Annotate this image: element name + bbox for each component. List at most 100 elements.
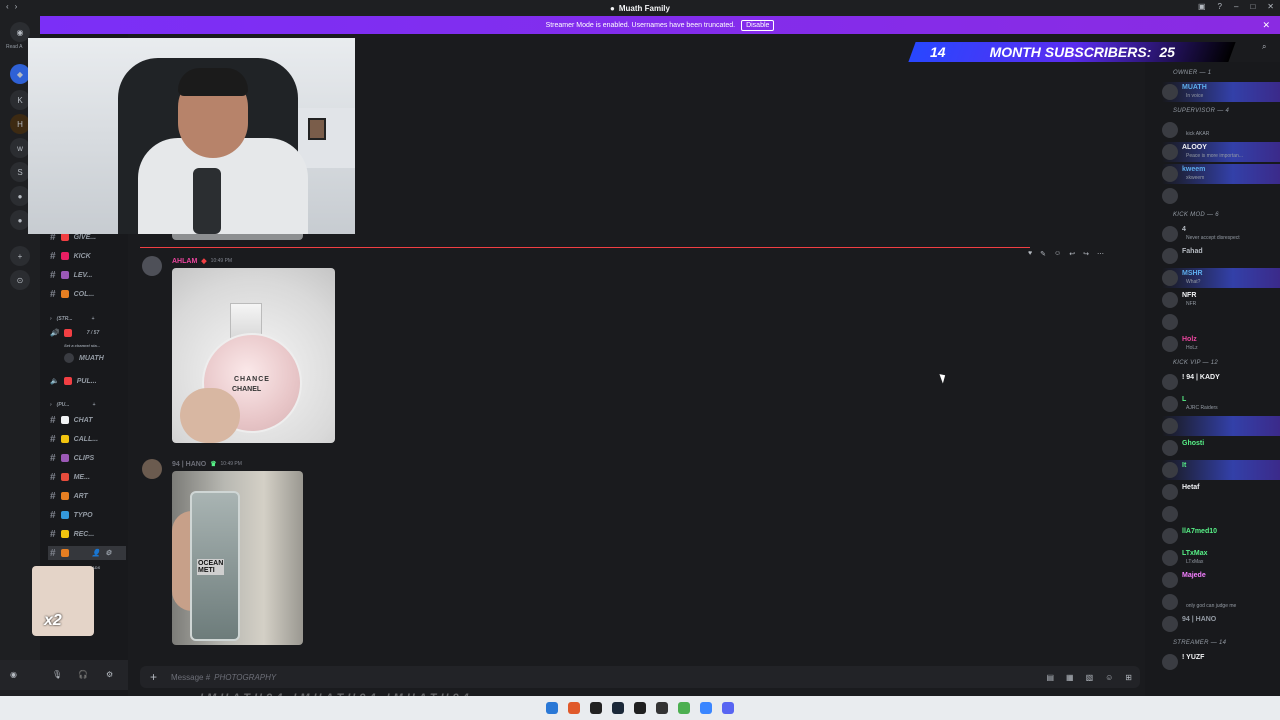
settings-icon[interactable]: ⚙ (105, 549, 111, 557)
maximize-icon[interactable]: □ (1250, 2, 1255, 11)
member-item[interactable]: kick AKAR (1162, 120, 1280, 140)
channel-status[interactable]: Set a channel sta... (64, 338, 100, 352)
gif-icon[interactable]: ▦ (1066, 673, 1074, 682)
invite-icon[interactable]: 👤 (92, 549, 101, 557)
windows-start-icon[interactable] (546, 702, 558, 714)
member-item[interactable]: LTxMax LTxMax (1162, 548, 1280, 568)
server-icon-4[interactable]: w (10, 138, 30, 158)
help-icon[interactable]: ? (1218, 2, 1222, 11)
add-server-icon[interactable]: + (10, 246, 30, 266)
member-item[interactable]: ! 94 | KADY (1162, 372, 1280, 392)
server-icon-7[interactable]: ● (10, 210, 30, 230)
member-item[interactable]: Majede (1162, 570, 1280, 590)
reply-icon[interactable]: ↩ (1069, 250, 1075, 258)
steam-icon[interactable] (612, 702, 624, 714)
add-channel-icon[interactable]: + (92, 316, 95, 322)
react-icon[interactable]: ♥ (1028, 250, 1032, 258)
member-item[interactable]: ! YUZF (1162, 652, 1280, 672)
channel-item[interactable]: # REC... (50, 527, 94, 541)
mic-icon[interactable]: 🎙 (52, 670, 62, 679)
read-all-label[interactable]: Read A (6, 44, 22, 50)
emoji-icon[interactable]: ☺ (1105, 673, 1113, 682)
gift-icon[interactable]: ▤ (1046, 673, 1054, 682)
add-channel-icon[interactable]: + (92, 402, 95, 408)
settings-icon[interactable]: ⚙ (106, 670, 113, 679)
member-item[interactable] (1162, 416, 1280, 436)
member-item[interactable]: MSHR What? (1162, 268, 1280, 288)
app-icon[interactable] (700, 702, 712, 714)
channel-item[interactable]: # COL... (50, 287, 94, 301)
server-icon-6[interactable]: ● (10, 186, 30, 206)
brave-icon[interactable] (568, 702, 580, 714)
discord-home-icon[interactable]: ◉ (10, 22, 30, 42)
more-icon[interactable]: ⋯ (1097, 250, 1104, 258)
server-icon-5[interactable]: S (10, 162, 30, 182)
server-icon-2[interactable]: K (10, 90, 30, 110)
member-item[interactable]: Fahad (1162, 246, 1280, 266)
message-author[interactable]: 94 | HANO ♛ 10:49 PM (172, 460, 242, 469)
obs-icon[interactable] (656, 702, 668, 714)
channel-item[interactable]: # LEV... (50, 268, 92, 282)
apps-icon[interactable]: ⊞ (1125, 673, 1132, 682)
voice-user[interactable]: MUATH (64, 351, 104, 365)
channel-item[interactable]: # CHAT (50, 413, 92, 427)
inbox-icon[interactable]: ▣ (1198, 2, 1206, 11)
category-header[interactable]: › (STR... + (50, 312, 94, 326)
channel-item[interactable]: # ART (50, 489, 88, 503)
sticker-icon[interactable]: ▧ (1086, 673, 1094, 682)
member-item[interactable]: NFR NFR (1162, 290, 1280, 310)
headphones-icon[interactable]: 🎧 (78, 670, 88, 679)
member-item[interactable]: MUATH In voice (1162, 82, 1280, 102)
avatar (1162, 144, 1178, 160)
glass-image[interactable]: OCEAN METI (172, 471, 303, 645)
message-author[interactable]: AHLAM ◆ 10:49 PM (172, 257, 232, 266)
discord-icon[interactable] (722, 702, 734, 714)
forward-icon[interactable]: ↪ (1083, 250, 1089, 258)
channel-item[interactable]: # CLIPS (50, 451, 94, 465)
server-icon-3[interactable]: H (10, 114, 30, 134)
forward-icon[interactable]: › (15, 2, 18, 11)
server-icon-1[interactable]: ◆ (10, 64, 30, 84)
member-item[interactable] (1162, 504, 1280, 524)
app-icon[interactable] (590, 702, 602, 714)
member-item[interactable]: ALOOY Peace is more importan... (1162, 142, 1280, 162)
channel-item[interactable]: # TYPO (50, 508, 93, 522)
discover-icon[interactable]: ⊙ (10, 270, 30, 290)
voice-channel[interactable]: 🔈 PUL... (50, 374, 97, 388)
nav-arrows[interactable]: ‹ › (6, 2, 17, 11)
search-icon[interactable]: ⌕ (1262, 42, 1266, 52)
member-item[interactable]: Hetaf (1162, 482, 1280, 502)
member-item[interactable]: 4 Never accept disrespect (1162, 224, 1280, 244)
close-banner-icon[interactable]: ✕ (1262, 20, 1270, 31)
member-item[interactable]: 94 | HANO (1162, 614, 1280, 634)
app-icon[interactable] (634, 702, 646, 714)
avatar[interactable] (142, 459, 162, 479)
avatar[interactable] (142, 256, 162, 276)
channel-item[interactable]: # KICK (50, 249, 91, 263)
member-item[interactable]: Ghosti (1162, 438, 1280, 458)
member-item[interactable]: only god can judge me (1162, 592, 1280, 612)
category-header[interactable]: › (PU... + (50, 398, 95, 412)
channel-item[interactable]: # ME... (50, 470, 90, 484)
member-item[interactable] (1162, 312, 1280, 332)
close-window-icon[interactable]: ✕ (1267, 2, 1274, 11)
chrome-icon[interactable] (678, 702, 690, 714)
minimize-icon[interactable]: – (1234, 2, 1238, 11)
perfume-image[interactable]: CHANCE CHANEL (172, 268, 335, 443)
plus-icon[interactable]: + (150, 670, 157, 684)
member-item[interactable]: Holz HoLz (1162, 334, 1280, 354)
channel-item-selected[interactable]: # 👤 ⚙ (48, 546, 126, 560)
member-item[interactable]: It (1162, 460, 1280, 480)
member-group-header: STREAMER — 14 (1173, 640, 1227, 646)
message-input[interactable]: + Message # PHOTOGRAPHY ▤ ▦ ▧ ☺ ⊞ (140, 666, 1140, 688)
disable-button[interactable]: Disable (741, 19, 775, 31)
member-item[interactable] (1162, 186, 1280, 206)
avatar[interactable]: ◉ (10, 670, 17, 679)
back-icon[interactable]: ‹ (6, 2, 9, 11)
member-item[interactable]: L AJRC Raiders (1162, 394, 1280, 414)
channel-item[interactable]: # CALL... (50, 432, 98, 446)
edit-icon[interactable]: ✎ (1040, 250, 1046, 258)
member-item[interactable]: kweem xkweem (1162, 164, 1280, 184)
emoji-icon[interactable]: ☺ (1054, 250, 1061, 258)
member-item[interactable]: llA7med10 (1162, 526, 1280, 546)
